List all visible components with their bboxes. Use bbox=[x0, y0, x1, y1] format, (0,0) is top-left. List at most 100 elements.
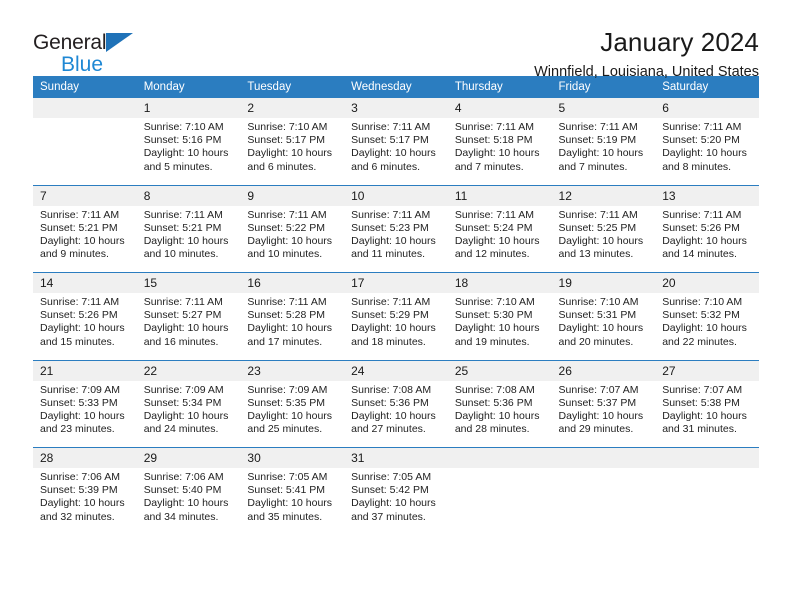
day-daylight-text: Daylight: 10 hours bbox=[662, 147, 747, 160]
day-detail-cell: Sunrise: 7:11 AM Sunset: 5:26 PM Daylight:… bbox=[655, 205, 759, 273]
day-detail-cell: Sunrise: 7:09 AM Sunset: 5:34 PM Daylight:… bbox=[136, 380, 241, 448]
day-number-cell[interactable]: 1 bbox=[136, 98, 241, 118]
day-daylight-text: Daylight: 10 hours bbox=[143, 497, 229, 510]
day-number-cell[interactable]: 11 bbox=[447, 184, 552, 206]
day-sunset-text: Sunset: 5:28 PM bbox=[247, 309, 326, 322]
week-daynumber-row: 28 29 30 31 bbox=[33, 447, 759, 468]
weekday-header-tuesday: Tuesday bbox=[240, 76, 345, 98]
day-number-cell[interactable]: 21 bbox=[33, 359, 137, 381]
day-sunset-text: Sunset: 5:26 PM bbox=[662, 221, 740, 234]
day-number-cell[interactable]: 26 bbox=[551, 359, 656, 381]
title-block: January 2024 Winnfield, Louisiana, Unite… bbox=[534, 27, 759, 83]
day-detail-cell: Sunrise: 7:10 AM Sunset: 5:16 PM Daylight:… bbox=[136, 118, 241, 185]
day-number-cell[interactable]: 31 bbox=[344, 447, 448, 468]
day-detail-cell: Sunrise: 7:11 AM Sunset: 5:26 PM Daylight:… bbox=[33, 293, 137, 360]
day-daylight-text: Daylight: 10 hours bbox=[662, 322, 747, 335]
day-sunset-text: Sunset: 5:27 PM bbox=[143, 309, 222, 322]
day-detail-cell bbox=[33, 118, 137, 185]
day-sunset-text: Sunset: 5:41 PM bbox=[247, 484, 326, 497]
day-number-cell[interactable]: 5 bbox=[551, 98, 656, 118]
day-daylight-text: and 18 minutes. bbox=[351, 335, 426, 348]
day-daylight-text: and 17 minutes. bbox=[247, 335, 323, 348]
day-daylight-text: and 5 minutes. bbox=[143, 160, 213, 173]
day-daylight-text: Daylight: 10 hours bbox=[558, 147, 644, 160]
day-sunrise-text: Sunrise: 7:05 AM bbox=[247, 471, 328, 483]
day-number-cell[interactable]: 3 bbox=[344, 98, 448, 118]
day-sunset-text: Sunset: 5:25 PM bbox=[558, 221, 637, 234]
day-detail-cell: Sunrise: 7:11 AM Sunset: 5:18 PM Daylight:… bbox=[447, 118, 552, 185]
logo-word-general: General bbox=[33, 31, 107, 54]
day-detail-cell: Sunrise: 7:11 AM Sunset: 5:22 PM Daylight:… bbox=[240, 205, 345, 273]
day-number-cell bbox=[447, 447, 552, 468]
day-number-cell[interactable]: 29 bbox=[136, 447, 241, 468]
day-sunrise-text: Sunrise: 7:11 AM bbox=[662, 208, 742, 221]
day-sunset-text: Sunset: 5:40 PM bbox=[143, 484, 222, 497]
day-detail-cell: Sunrise: 7:11 AM Sunset: 5:21 PM Daylight:… bbox=[33, 205, 137, 273]
day-detail-cell: Sunrise: 7:10 AM Sunset: 5:31 PM Daylight:… bbox=[551, 293, 656, 360]
day-detail-cell: Sunrise: 7:08 AM Sunset: 5:36 PM Daylight:… bbox=[447, 380, 552, 448]
day-daylight-text: Daylight: 10 hours bbox=[247, 147, 333, 160]
day-sunset-text: Sunset: 5:21 PM bbox=[40, 221, 118, 234]
calendar-grid: Sunday Monday Tuesday Wednesday Thursday… bbox=[33, 76, 759, 535]
day-number-cell[interactable]: 24 bbox=[344, 359, 448, 381]
day-number-cell[interactable]: 13 bbox=[655, 184, 759, 206]
weekday-header-monday: Monday bbox=[136, 76, 241, 98]
day-number-cell[interactable]: 8 bbox=[136, 184, 241, 206]
day-daylight-text: Daylight: 10 hours bbox=[454, 409, 540, 422]
day-daylight-text: and 8 minutes. bbox=[662, 160, 732, 173]
day-detail-cell: Sunrise: 7:09 AM Sunset: 5:35 PM Daylight:… bbox=[240, 380, 345, 448]
logo-triangle-icon bbox=[106, 33, 134, 52]
day-daylight-text: Daylight: 10 hours bbox=[351, 147, 436, 160]
day-sunrise-text: Sunrise: 7:11 AM bbox=[558, 121, 638, 133]
day-number-cell[interactable]: 4 bbox=[447, 98, 552, 118]
day-sunrise-text: Sunrise: 7:08 AM bbox=[454, 383, 535, 396]
day-number-cell[interactable]: 27 bbox=[655, 359, 759, 381]
day-sunrise-text: Sunrise: 7:11 AM bbox=[351, 208, 431, 221]
day-number-cell[interactable]: 9 bbox=[240, 184, 345, 206]
day-daylight-text: and 24 minutes. bbox=[143, 423, 219, 436]
general-blue-logo[interactable]: General Blue bbox=[33, 27, 134, 76]
day-daylight-text: and 22 minutes. bbox=[662, 335, 737, 348]
day-number-cell[interactable]: 15 bbox=[136, 272, 241, 293]
day-sunset-text: Sunset: 5:18 PM bbox=[454, 134, 533, 147]
day-number-cell[interactable]: 14 bbox=[33, 272, 137, 293]
day-number-cell[interactable]: 18 bbox=[447, 272, 552, 293]
day-sunset-text: Sunset: 5:17 PM bbox=[351, 134, 429, 147]
day-number-cell[interactable]: 7 bbox=[33, 184, 137, 206]
day-daylight-text: and 32 minutes. bbox=[40, 510, 115, 523]
week-daynumber-row: 7 8 9 10 11 12 13 bbox=[33, 184, 759, 206]
day-number-cell[interactable]: 25 bbox=[447, 359, 552, 381]
day-detail-cell: Sunrise: 7:06 AM Sunset: 5:40 PM Daylight:… bbox=[136, 468, 241, 535]
day-number-cell[interactable]: 30 bbox=[240, 447, 345, 468]
day-number-cell[interactable]: 12 bbox=[551, 184, 656, 206]
day-number-cell[interactable]: 23 bbox=[240, 359, 345, 381]
day-number-cell bbox=[551, 447, 656, 468]
day-number-cell[interactable]: 20 bbox=[655, 272, 759, 293]
day-detail-cell bbox=[551, 468, 656, 535]
day-daylight-text: and 25 minutes. bbox=[247, 423, 323, 436]
day-detail-cell: Sunrise: 7:11 AM Sunset: 5:28 PM Daylight:… bbox=[240, 293, 345, 360]
week-detail-row: Sunrise: 7:06 AM Sunset: 5:39 PM Daylight:… bbox=[33, 468, 759, 535]
day-daylight-text: Daylight: 10 hours bbox=[558, 409, 644, 422]
day-number-cell[interactable]: 17 bbox=[344, 272, 448, 293]
day-number-cell[interactable]: 19 bbox=[551, 272, 656, 293]
day-sunset-text: Sunset: 5:20 PM bbox=[662, 134, 740, 147]
day-detail-cell: Sunrise: 7:11 AM Sunset: 5:27 PM Daylight:… bbox=[136, 293, 241, 360]
day-number-cell[interactable]: 28 bbox=[33, 447, 137, 468]
day-number-cell[interactable]: 6 bbox=[655, 98, 759, 118]
day-detail-cell: Sunrise: 7:06 AM Sunset: 5:39 PM Daylight:… bbox=[33, 468, 137, 535]
day-detail-cell: Sunrise: 7:05 AM Sunset: 5:41 PM Daylight:… bbox=[240, 468, 345, 535]
day-detail-cell: Sunrise: 7:08 AM Sunset: 5:36 PM Daylight:… bbox=[344, 380, 448, 448]
day-number-cell[interactable]: 16 bbox=[240, 272, 345, 293]
day-detail-cell: Sunrise: 7:11 AM Sunset: 5:21 PM Daylight:… bbox=[136, 205, 241, 273]
day-number-cell bbox=[655, 447, 759, 468]
day-daylight-text: Daylight: 10 hours bbox=[247, 234, 333, 247]
day-number-cell[interactable]: 2 bbox=[240, 98, 345, 118]
day-number-cell[interactable]: 22 bbox=[136, 359, 241, 381]
day-number-cell[interactable]: 10 bbox=[344, 184, 448, 206]
logo-word-blue: Blue bbox=[61, 53, 104, 76]
day-sunset-text: Sunset: 5:30 PM bbox=[454, 309, 533, 322]
day-sunrise-text: Sunrise: 7:11 AM bbox=[558, 208, 638, 221]
day-daylight-text: and 27 minutes. bbox=[351, 423, 426, 436]
day-sunset-text: Sunset: 5:23 PM bbox=[351, 221, 429, 234]
